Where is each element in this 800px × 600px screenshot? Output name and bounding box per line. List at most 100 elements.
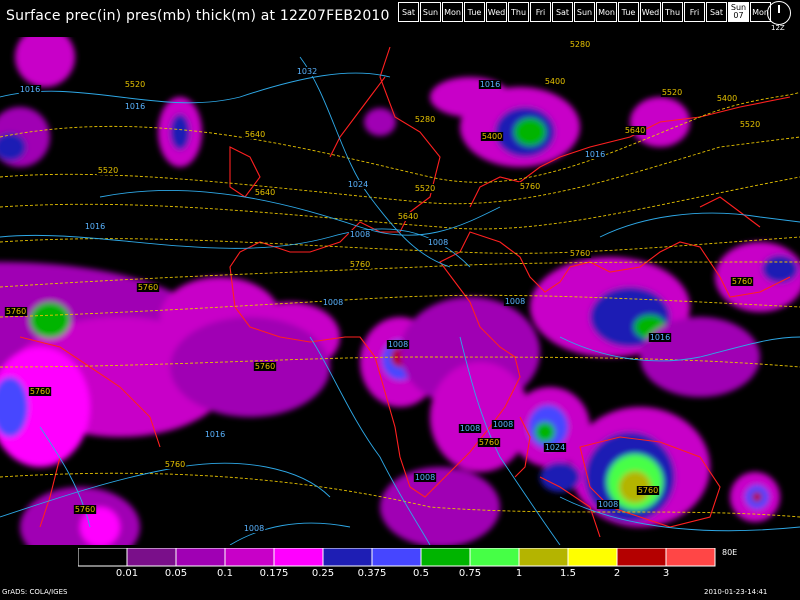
colorbar-swatch <box>126 548 177 567</box>
svg-text:1008: 1008 <box>350 230 370 239</box>
pressure-label: 1008 <box>596 500 620 509</box>
svg-text:5280: 5280 <box>570 40 590 49</box>
thickness-label: 5760 <box>518 182 542 191</box>
precip-blob <box>170 114 190 150</box>
svg-text:1024: 1024 <box>545 443 565 452</box>
colorbar-tick-label: 0.1 <box>217 568 233 579</box>
thickness-label: 5520 <box>413 184 437 193</box>
day-strip: Sat Sun Mon Tue Wed Thu Fri Sat Sun Mon Tue Wed Thu F… <box>398 2 772 22</box>
clock-icon <box>767 1 791 25</box>
svg-text:5760: 5760 <box>479 438 499 447</box>
pressure-label: 1016 <box>18 85 42 94</box>
day-cell: Sat <box>552 2 573 22</box>
thickness-label: 5760 <box>163 460 187 469</box>
day-cell-active: Sun 07 <box>728 2 749 22</box>
day-cell: Sun <box>574 2 595 22</box>
colorbar-swatch <box>224 548 275 567</box>
thickness-label: 5760 <box>4 307 28 316</box>
svg-text:5640: 5640 <box>255 188 275 197</box>
thickness-label: 5760 <box>348 260 372 269</box>
pressure-label: 1008 <box>458 424 482 433</box>
thickness-label: 5760 <box>73 505 97 514</box>
colorbar-swatch <box>420 548 471 567</box>
thickness-label: 5760 <box>136 283 160 292</box>
svg-text:1008: 1008 <box>505 297 525 306</box>
svg-text:1008: 1008 <box>493 420 513 429</box>
map-title: Surface prec(in) pres(mb) thick(m) at 12… <box>6 8 390 24</box>
svg-text:5760: 5760 <box>638 486 658 495</box>
colorbar-swatch <box>518 548 569 567</box>
thickness-label: 5400 <box>715 94 739 103</box>
thickness-label: 5400 <box>543 77 567 86</box>
colorbar-swatch <box>469 548 520 567</box>
svg-text:5520: 5520 <box>740 120 760 129</box>
svg-text:1008: 1008 <box>428 238 448 247</box>
svg-text:5760: 5760 <box>255 362 275 371</box>
colorbar-tick-label: 0.25 <box>311 568 335 579</box>
pressure-label: 1016 <box>478 80 502 89</box>
svg-text:5760: 5760 <box>6 307 26 316</box>
pressure-label: 1008 <box>348 230 372 239</box>
colorbar-tick-label: 3 <box>662 568 670 579</box>
svg-text:5520: 5520 <box>662 88 682 97</box>
colorbar-tick-label: 0.05 <box>164 568 188 579</box>
svg-text:5280: 5280 <box>415 115 435 124</box>
day-cell: Wed <box>640 2 661 22</box>
precip-blob <box>752 492 762 502</box>
thickness-label: 5760 <box>28 387 52 396</box>
svg-text:5640: 5640 <box>625 126 645 135</box>
day-cell: Thu <box>662 2 683 22</box>
pressure-label: 1008 <box>413 473 437 482</box>
pressure-label: 1032 <box>295 67 319 76</box>
precip-blob <box>514 118 546 146</box>
svg-text:1016: 1016 <box>20 85 40 94</box>
longitude-label: 80E <box>722 548 738 557</box>
thickness-label: 5640 <box>253 188 277 197</box>
day-cell: Thu <box>508 2 529 22</box>
day-cell: Tue <box>464 2 485 22</box>
pressure-label: 1008 <box>426 238 450 247</box>
day-cell: Fri <box>684 2 705 22</box>
day-cell: Mon <box>596 2 617 22</box>
svg-text:5760: 5760 <box>732 277 752 286</box>
svg-text:1008: 1008 <box>598 500 618 509</box>
svg-text:1016: 1016 <box>205 430 225 439</box>
svg-text:5760: 5760 <box>75 505 95 514</box>
day-cell: Fri <box>530 2 551 22</box>
thickness-label: 5760 <box>477 438 501 447</box>
colorbar-tick-label: 0.75 <box>458 568 482 579</box>
pressure-label: 1008 <box>503 297 527 306</box>
thickness-label: 5520 <box>738 120 762 129</box>
thickness-label: 5640 <box>243 130 267 139</box>
pressure-label: 1016 <box>583 150 607 159</box>
day-cell: Sun <box>420 2 441 22</box>
colorbar-tick-label: 2 <box>613 568 621 579</box>
svg-text:1016: 1016 <box>85 222 105 231</box>
svg-text:5400: 5400 <box>545 77 565 86</box>
thickness-label: 5520 <box>660 88 684 97</box>
colorbar-tick-label: 0.375 <box>357 568 387 579</box>
thickness-label: 5520 <box>123 80 147 89</box>
thickness-label: 5760 <box>730 277 754 286</box>
pressure-label: 1008 <box>242 524 266 533</box>
svg-text:1008: 1008 <box>388 340 408 349</box>
thickness-label: 5280 <box>568 40 592 49</box>
svg-text:5760: 5760 <box>520 182 540 191</box>
svg-text:5400: 5400 <box>482 132 502 141</box>
colorbar-tick-label: 1 <box>515 568 523 579</box>
day-cell: Tue <box>618 2 639 22</box>
svg-text:5520: 5520 <box>415 184 435 193</box>
svg-text:5640: 5640 <box>398 212 418 221</box>
svg-text:5760: 5760 <box>570 249 590 258</box>
svg-text:1016: 1016 <box>125 102 145 111</box>
pressure-label: 1024 <box>543 443 567 452</box>
svg-text:5760: 5760 <box>350 260 370 269</box>
credit-text: GrADS: COLA/IGES <box>2 588 68 596</box>
svg-text:1016: 1016 <box>480 80 500 89</box>
svg-text:5520: 5520 <box>98 166 118 175</box>
timestamp-text: 2010-01-23-14:41 <box>704 588 768 596</box>
colorbar-tick-label: 0.01 <box>115 568 139 579</box>
svg-text:5760: 5760 <box>165 460 185 469</box>
colorbar-tick-label: 0.175 <box>259 568 289 579</box>
colorbar-swatch <box>616 548 667 567</box>
